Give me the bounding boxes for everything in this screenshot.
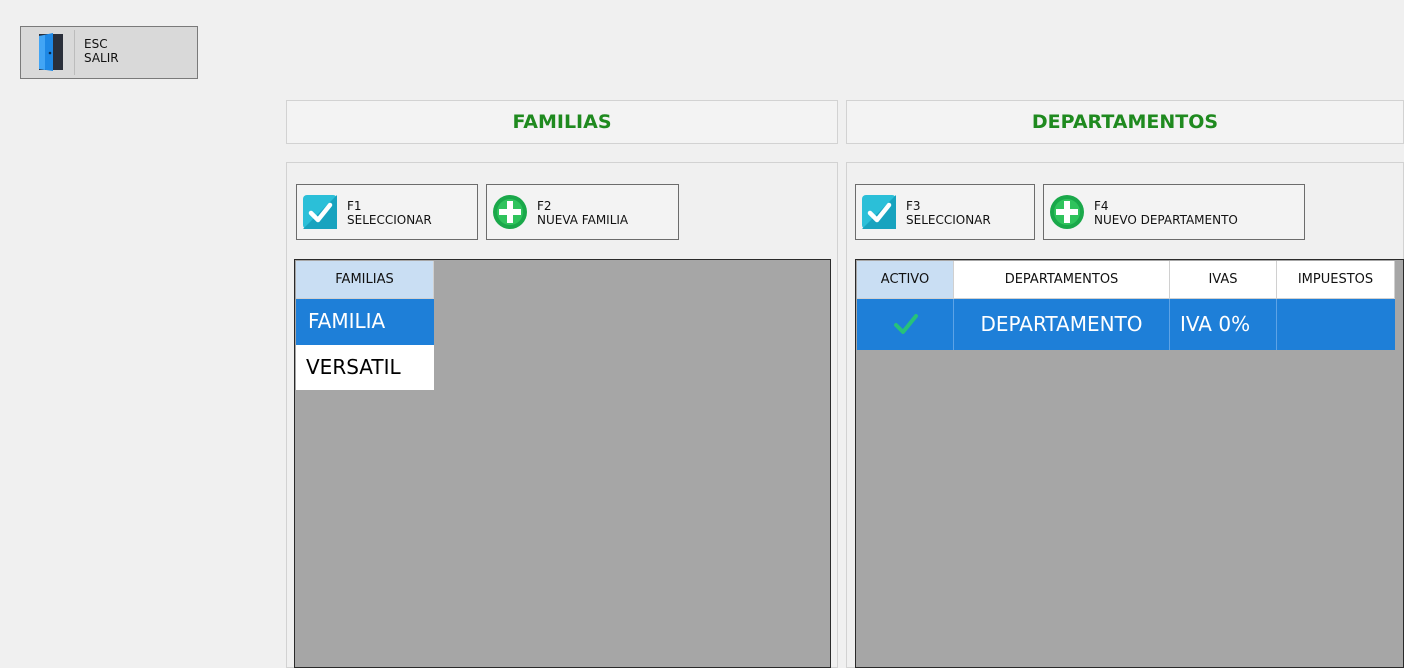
f2-text: NUEVA FAMILIA xyxy=(537,213,629,227)
familias-row-0[interactable]: FAMILIA xyxy=(296,299,434,345)
checkmark-icon xyxy=(862,195,896,229)
f3-key: F3 xyxy=(906,199,921,213)
f4-key: F4 xyxy=(1094,199,1109,213)
iva-cell: IVA 0% xyxy=(1170,299,1277,350)
activo-cell xyxy=(857,299,954,350)
impuestos-cell xyxy=(1277,299,1395,350)
familias-grid[interactable]: FAMILIAS FAMILIA VERSATIL xyxy=(294,259,831,668)
checkmark-icon xyxy=(894,314,918,334)
familias-row-1[interactable]: VERSATIL xyxy=(296,345,434,390)
table-row[interactable]: DEPARTAMENTO IVA 0% xyxy=(857,299,1395,350)
familias-header: FAMILIAS xyxy=(286,100,838,144)
f3-text: SELECCIONAR xyxy=(906,213,991,227)
add-icon xyxy=(493,195,527,229)
f1-key: F1 xyxy=(347,199,362,213)
exit-label: ESC SALIR xyxy=(84,37,119,65)
departamentos-grid[interactable]: ACTIVO DEPARTAMENTOS IVAS IMPUESTOS DEPA… xyxy=(855,259,1404,668)
add-icon xyxy=(1050,195,1084,229)
f1-select-button[interactable]: F1 SELECCIONAR xyxy=(296,184,478,240)
exit-key: ESC xyxy=(84,37,108,51)
f4-label: F4 NUEVO DEPARTAMENTO xyxy=(1094,199,1238,227)
f3-label: F3 SELECCIONAR xyxy=(906,199,991,227)
f1-text: SELECCIONAR xyxy=(347,213,432,227)
checkmark-icon xyxy=(303,195,337,229)
f2-key: F2 xyxy=(537,199,552,213)
f4-new-department-button[interactable]: F4 NUEVO DEPARTAMENTO xyxy=(1043,184,1305,240)
familias-column-header[interactable]: FAMILIAS xyxy=(296,261,434,299)
door-icon xyxy=(39,33,63,71)
exit-separator xyxy=(74,30,75,75)
f1-label: F1 SELECCIONAR xyxy=(347,199,432,227)
column-header-activo[interactable]: ACTIVO xyxy=(857,261,954,299)
f4-text: NUEVO DEPARTAMENTO xyxy=(1094,213,1238,227)
f3-select-button[interactable]: F3 SELECCIONAR xyxy=(855,184,1035,240)
exit-text: SALIR xyxy=(84,51,119,65)
column-header-ivas[interactable]: IVAS xyxy=(1170,261,1277,299)
departamentos-header: DEPARTAMENTOS xyxy=(846,100,1404,144)
column-header-impuestos[interactable]: IMPUESTOS xyxy=(1277,261,1395,299)
f2-label: F2 NUEVA FAMILIA xyxy=(537,199,628,227)
column-header-departamentos[interactable]: DEPARTAMENTOS xyxy=(954,261,1170,299)
departamento-cell: DEPARTAMENTO xyxy=(954,299,1170,350)
f2-new-family-button[interactable]: F2 NUEVA FAMILIA xyxy=(486,184,679,240)
exit-button[interactable]: ESC SALIR xyxy=(20,26,198,79)
